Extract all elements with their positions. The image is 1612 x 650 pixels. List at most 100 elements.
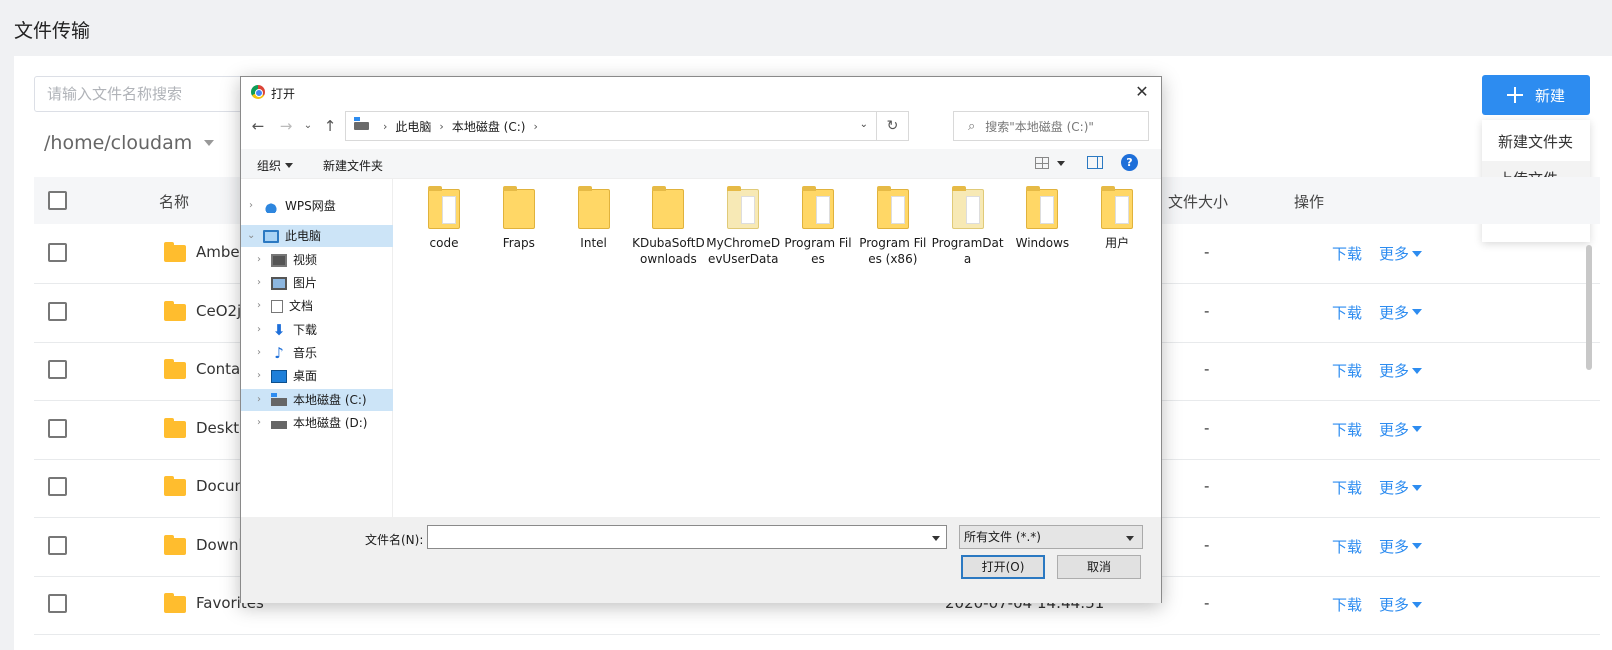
path-selector[interactable]: /home/cloudam (44, 132, 215, 154)
row-checkbox[interactable] (48, 477, 67, 496)
chevron-right-icon[interactable]: › (257, 319, 261, 341)
new-button[interactable]: 新建 (1482, 75, 1590, 115)
address-bar[interactable]: › 此电脑 › 本地磁盘 (C:) › ⌄ ↻ (345, 111, 909, 141)
column-name[interactable]: 名称 (159, 191, 189, 212)
file-item[interactable]: ProgramData (931, 186, 1005, 267)
dialog-navbar: ← → ⌄ ↑ › 此电脑 › 本地磁盘 (C:) › ⌄ ↻ ⌕ 搜索"本地磁… (241, 111, 1161, 143)
more-menu[interactable]: 更多 (1379, 243, 1423, 264)
tree-item[interactable]: › WPS网盘 (241, 195, 393, 217)
more-label: 更多 (1379, 303, 1410, 322)
more-menu[interactable]: 更多 (1379, 536, 1423, 557)
download-link[interactable]: 下载 (1332, 360, 1362, 381)
tree-item[interactable]: › ⬇ 下载 (241, 319, 393, 341)
row-checkbox[interactable] (48, 360, 67, 379)
breadcrumb-this-pc[interactable]: 此电脑 (395, 118, 431, 135)
chevron-down-icon[interactable]: ⌄ (247, 225, 255, 247)
more-label: 更多 (1379, 362, 1410, 380)
chevron-down-icon[interactable] (932, 536, 940, 541)
file-item[interactable]: Fraps (482, 186, 556, 251)
drive-icon (354, 117, 369, 130)
dialog-command-bar: 组织 新建文件夹 ? (241, 149, 1161, 179)
tree-item[interactable]: › 本地磁盘 (D:) (241, 412, 393, 434)
file-item[interactable]: 用户 (1080, 186, 1154, 251)
more-menu[interactable]: 更多 (1379, 419, 1423, 440)
refresh-icon[interactable]: ↻ (876, 112, 908, 140)
tree-item-label: 下载 (293, 323, 318, 337)
row-size: - (1204, 243, 1210, 261)
organize-menu[interactable]: 组织 (257, 157, 294, 174)
more-menu[interactable]: 更多 (1379, 360, 1423, 381)
preview-pane-icon[interactable] (1087, 156, 1103, 169)
more-menu[interactable]: 更多 (1379, 594, 1423, 615)
file-item[interactable]: Windows (1005, 186, 1079, 251)
organize-label: 组织 (257, 159, 282, 173)
chevron-right-icon[interactable]: › (249, 195, 253, 217)
tree-item-label: WPS网盘 (285, 199, 336, 213)
chevron-right-icon[interactable]: › (257, 249, 261, 271)
tree-item[interactable]: › 图片 (241, 272, 393, 294)
more-label: 更多 (1379, 420, 1410, 439)
menu-item-new-folder[interactable]: 新建文件夹 (1482, 124, 1590, 161)
download-link[interactable]: 下载 (1332, 594, 1362, 615)
file-item[interactable]: Program Files (781, 186, 855, 267)
dialog-search-box[interactable]: ⌕ 搜索"本地磁盘 (C:)" (953, 111, 1149, 141)
up-arrow-icon[interactable]: ↑ (321, 117, 339, 135)
file-item[interactable]: Program Files (x86) (856, 186, 930, 267)
tree-item[interactable]: ⌄ 此电脑 (241, 225, 393, 247)
breadcrumb-drive-c[interactable]: 本地磁盘 (C:) (452, 118, 526, 135)
select-all-checkbox[interactable] (48, 191, 67, 210)
row-checkbox[interactable] (48, 243, 67, 262)
more-menu[interactable]: 更多 (1379, 477, 1423, 498)
filename-input[interactable] (427, 525, 947, 549)
file-search-box[interactable] (34, 76, 264, 112)
view-options-icon[interactable] (1035, 157, 1049, 169)
recent-locations-chevron-icon[interactable]: ⌄ (299, 120, 317, 131)
download-link[interactable]: 下载 (1332, 419, 1362, 440)
chevron-right-icon[interactable]: › (257, 272, 261, 294)
column-size[interactable]: 文件大小 (1168, 191, 1228, 212)
download-link[interactable]: 下载 (1332, 243, 1362, 264)
file-item[interactable]: Intel (557, 186, 631, 251)
cancel-button[interactable]: 取消 (1057, 555, 1141, 579)
more-menu[interactable]: 更多 (1379, 302, 1423, 323)
chevron-right-icon[interactable]: › (257, 412, 261, 434)
table-scrollbar[interactable] (1586, 245, 1592, 370)
file-search-input[interactable] (35, 77, 263, 111)
chevron-right-icon[interactable]: › (257, 365, 261, 387)
tree-item[interactable]: › 本地磁盘 (C:) (241, 389, 393, 411)
filetype-select[interactable]: 所有文件 (*.*) (959, 525, 1143, 549)
new-folder-button[interactable]: 新建文件夹 (323, 157, 383, 174)
tree-item[interactable]: › 桌面 (241, 365, 393, 387)
folder-icon (802, 186, 834, 229)
view-dropdown-icon[interactable] (1057, 161, 1065, 166)
breadcrumb-separator: › (383, 119, 388, 133)
tree-item[interactable]: › 文档 (241, 295, 393, 317)
forward-arrow-icon[interactable]: → (277, 117, 295, 135)
close-icon[interactable]: ✕ (1131, 81, 1153, 103)
file-name: 用户 (1105, 236, 1130, 250)
filename-label: 文件名(N): (365, 533, 424, 547)
tree-item[interactable]: › 视频 (241, 249, 393, 271)
back-arrow-icon[interactable]: ← (249, 117, 267, 135)
more-label: 更多 (1379, 596, 1410, 614)
chevron-down-icon (1412, 601, 1423, 608)
chevron-right-icon[interactable]: › (257, 342, 261, 364)
row-checkbox[interactable] (48, 535, 67, 555)
download-link[interactable]: 下载 (1332, 536, 1362, 557)
chevron-right-icon[interactable]: › (257, 389, 261, 411)
help-icon[interactable]: ? (1121, 154, 1138, 171)
download-link[interactable]: 下载 (1332, 302, 1362, 323)
row-checkbox[interactable] (48, 594, 67, 613)
file-item[interactable]: KDubaSoftDownloads (631, 186, 705, 267)
address-dropdown-icon[interactable]: ⌄ (860, 119, 868, 130)
file-item[interactable]: MyChromeDevUserData (706, 186, 780, 267)
tree-item[interactable]: › ♪ 音乐 (241, 342, 393, 364)
open-button[interactable]: 打开(O) (961, 555, 1045, 579)
row-checkbox[interactable] (48, 301, 67, 321)
row-checkbox[interactable] (48, 418, 67, 438)
download-icon: ⬇ (272, 321, 286, 339)
file-item[interactable]: code (407, 186, 481, 251)
download-link[interactable]: 下载 (1332, 477, 1362, 498)
chevron-right-icon[interactable]: › (257, 295, 261, 317)
row-name[interactable]: Amber (196, 243, 246, 261)
